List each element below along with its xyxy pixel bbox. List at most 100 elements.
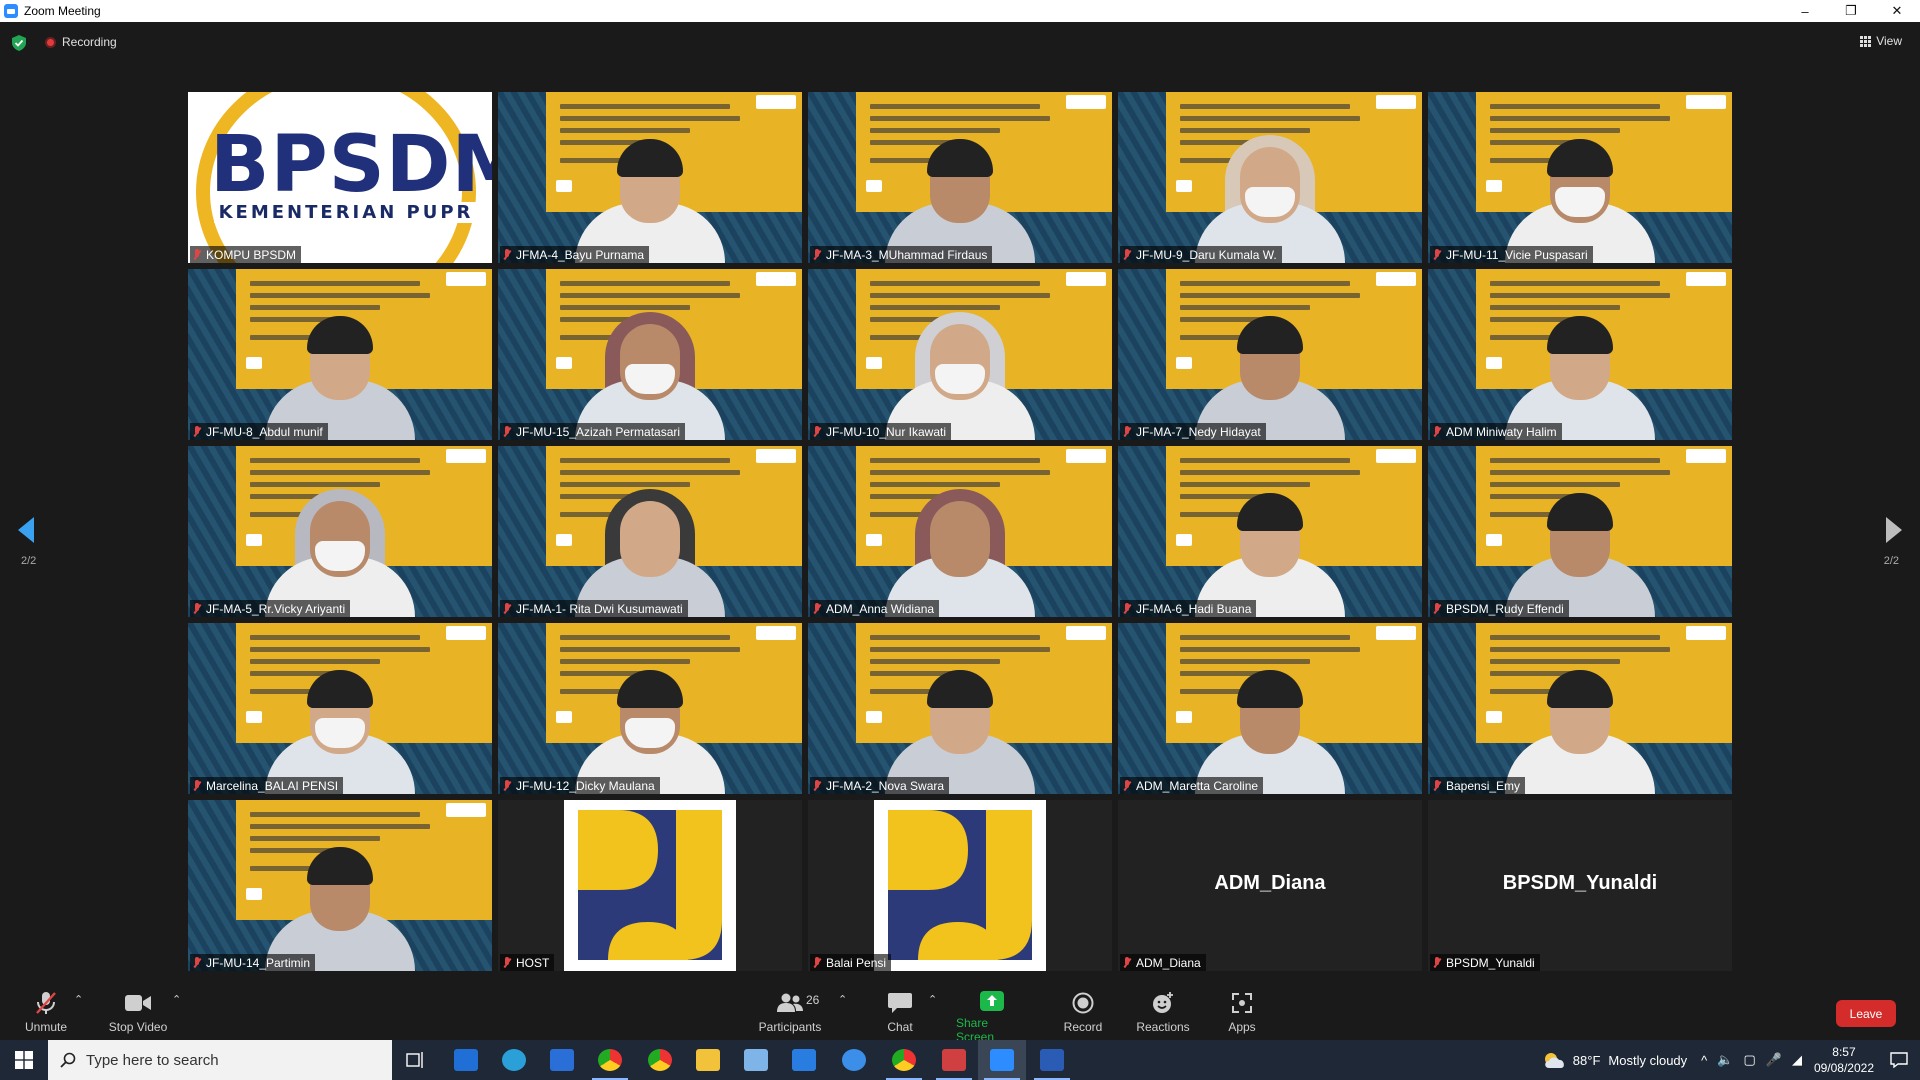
participant-name-tag: JF-MA-1- Rita Dwi Kusumawati [500, 600, 688, 617]
participant-tile[interactable]: Balai Pensi [808, 800, 1112, 971]
muted-mic-icon [1433, 779, 1441, 792]
participant-name-tag: JF-MA-3_MUhammad Firdaus [810, 246, 993, 263]
weather-cloud-icon[interactable] [1543, 1052, 1567, 1068]
participant-tile[interactable]: JF-MA-2_Nova Swara [808, 623, 1112, 794]
notes-app-icon[interactable] [732, 1040, 780, 1080]
participant-tile[interactable]: JF-MU-14_Partimin [188, 800, 492, 971]
apps-button[interactable]: Apps [1222, 980, 1262, 1040]
view-button[interactable]: View [1860, 34, 1902, 48]
weather-temperature[interactable]: 88°F [1573, 1053, 1601, 1068]
participant-tile[interactable]: JF-MA-3_MUhammad Firdaus [808, 92, 1112, 263]
pu-badge-icon [1376, 272, 1416, 286]
participant-tile[interactable]: ADM_Diana ADM_Diana [1118, 800, 1422, 971]
pu-badge-icon [1376, 626, 1416, 640]
zoom-taskbar-icon[interactable] [978, 1040, 1026, 1080]
record-button[interactable]: Record [1058, 980, 1108, 1040]
participant-tile[interactable]: HOST [498, 800, 802, 971]
pu-badge-icon [1376, 95, 1416, 109]
speaker-icon[interactable]: 🔈 [1717, 1052, 1733, 1068]
start-button[interactable] [0, 1040, 48, 1080]
video-options-caret-icon[interactable]: ⌃ [172, 993, 181, 1006]
edge-browser-icon[interactable] [490, 1040, 538, 1080]
participants-options-caret-icon[interactable]: ⌃ [838, 993, 847, 1006]
media-player-icon[interactable] [780, 1040, 828, 1080]
share-screen-button[interactable]: Share Screen [956, 980, 1028, 1044]
photos-app-icon[interactable] [930, 1040, 978, 1080]
file-explorer-icon[interactable] [684, 1040, 732, 1080]
windows-taskbar: Type here to search 88°F Mostly cloudy ^… [0, 1040, 1920, 1080]
meet-now-icon[interactable]: ▢ [1743, 1052, 1755, 1068]
banner-text-line [1180, 281, 1350, 286]
participant-tile[interactable]: JF-MA-1- Rita Dwi Kusumawati [498, 446, 802, 617]
mail-icon[interactable] [442, 1040, 490, 1080]
chat-options-caret-icon[interactable]: ⌃ [928, 993, 937, 1006]
participant-tile[interactable]: Bapensi_Emy [1428, 623, 1732, 794]
taskbar-search-box[interactable]: Type here to search [48, 1040, 392, 1080]
participant-video-feed [1505, 467, 1655, 617]
next-page-arrow-icon[interactable] [1884, 517, 1902, 543]
participant-tile[interactable]: JF-MU-9_Daru Kumala W. [1118, 92, 1422, 263]
participant-tile[interactable]: ADM_Anna Widiana [808, 446, 1112, 617]
stop-video-button[interactable]: Stop Video [104, 980, 172, 1040]
participant-tile[interactable]: JF-MA-5_Rr.Vicky Ariyanti [188, 446, 492, 617]
participant-name-tag: JF-MU-10_Nur Ikawati [810, 423, 952, 440]
weather-description[interactable]: Mostly cloudy [1608, 1053, 1687, 1068]
bpsdm-logo-text: BPSDM [210, 120, 492, 210]
taskbar-clock[interactable]: 8:57 09/08/2022 [1814, 1044, 1874, 1076]
participant-name-tag: Bapensi_Emy [1430, 777, 1526, 794]
participant-name: JF-MU-12_Dicky Maulana [516, 778, 655, 793]
unmute-button[interactable]: Unmute [18, 980, 74, 1040]
audio-options-caret-icon[interactable]: ⌃ [74, 993, 83, 1006]
participant-name: JF-MA-6_Hadi Buana [1136, 601, 1252, 616]
participant-tile[interactable]: JF-MU-15_Azizah Permatasari [498, 269, 802, 440]
participant-video-feed [265, 290, 415, 440]
task-view-icon[interactable] [392, 1040, 440, 1080]
banner-text-line [1180, 635, 1350, 640]
participant-tile[interactable]: BPSDM_Yunaldi BPSDM_Yunaldi [1428, 800, 1732, 971]
store-icon[interactable] [538, 1040, 586, 1080]
recording-indicator[interactable]: Recording [45, 35, 117, 49]
pu-small-logo-icon [866, 180, 882, 192]
participant-tile[interactable]: JFMA-4_Bayu Purnama [498, 92, 802, 263]
word-icon[interactable] [1028, 1040, 1076, 1080]
banner-text-line [1490, 635, 1660, 640]
participant-tile[interactable]: JF-MU-11_Vicie Puspasari [1428, 92, 1732, 263]
previous-page-arrow-icon[interactable] [18, 517, 36, 543]
chrome-profile-icon[interactable] [636, 1040, 684, 1080]
participant-name-tag: JF-MU-15_Azizah Permatasari [500, 423, 686, 440]
participant-tile[interactable]: JF-MA-6_Hadi Buana [1118, 446, 1422, 617]
network-icon[interactable]: ◢ [1792, 1052, 1802, 1068]
muted-mic-icon [813, 956, 821, 969]
chrome-icon[interactable] [586, 1040, 634, 1080]
participant-tile[interactable]: BPSDM KEMENTERIAN PUPR KOMPU BPSDM [188, 92, 492, 263]
participant-name: ADM_Diana [1136, 955, 1201, 970]
participant-tile[interactable]: JF-MU-12_Dicky Maulana [498, 623, 802, 794]
pu-small-logo-icon [556, 357, 572, 369]
chat-button[interactable]: Chat [876, 980, 924, 1040]
reactions-button[interactable]: Reactions [1134, 980, 1192, 1040]
participant-hair [307, 316, 373, 354]
close-button[interactable]: ✕ [1874, 0, 1920, 22]
microphone-icon[interactable]: 🎤 [1766, 1052, 1782, 1068]
chrome-secondary-icon[interactable] [880, 1040, 928, 1080]
encryption-shield-icon[interactable] [12, 35, 26, 51]
maximize-button[interactable]: ❐ [1828, 0, 1874, 22]
phone-link-icon[interactable] [830, 1040, 878, 1080]
participant-video-feed [885, 290, 1035, 440]
participant-tile[interactable]: BPSDM_Rudy Effendi [1428, 446, 1732, 617]
face-mask [625, 364, 675, 394]
participant-tile[interactable]: Marcelina_BALAI PENSI [188, 623, 492, 794]
leave-button[interactable]: Leave [1836, 1000, 1896, 1027]
participant-tile[interactable]: ADM Miniwaty Halim [1428, 269, 1732, 440]
participant-name: BPSDM_Yunaldi [1446, 955, 1535, 970]
pu-small-logo-icon [1176, 534, 1192, 546]
participant-tile[interactable]: JF-MU-8_Abdul munif [188, 269, 492, 440]
tray-overflow-chevron-icon[interactable]: ^ [1701, 1053, 1707, 1068]
minimize-button[interactable]: – [1782, 0, 1828, 22]
banner-text-line [560, 104, 730, 109]
participant-tile[interactable]: JF-MA-7_Nedy Hidayat [1118, 269, 1422, 440]
notifications-icon[interactable] [1890, 1052, 1908, 1068]
participant-tile[interactable]: JF-MU-10_Nur Ikawati [808, 269, 1112, 440]
participants-button[interactable]: Participants [752, 980, 828, 1040]
participant-tile[interactable]: ADM_Maretta Caroline [1118, 623, 1422, 794]
